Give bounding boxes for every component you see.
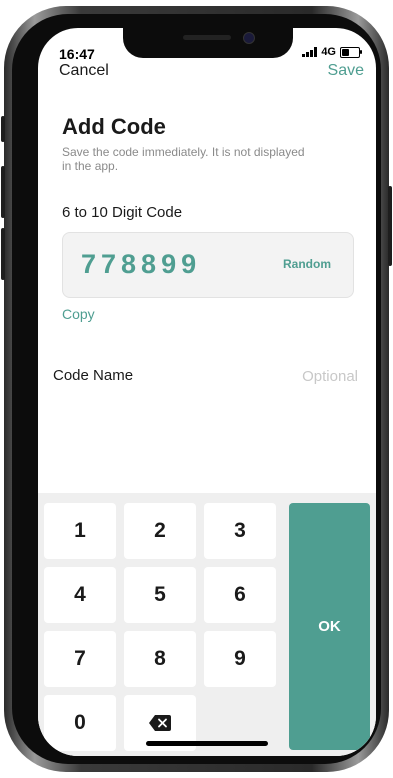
- key-7[interactable]: 7: [44, 631, 116, 687]
- code-field[interactable]: 778899 Random: [62, 232, 354, 298]
- backspace-icon: [149, 715, 171, 731]
- app-screen: 16:47 4G Cancel Save Add Code Save the c…: [38, 28, 376, 756]
- key-0[interactable]: 0: [44, 695, 116, 751]
- battery-icon: [340, 46, 362, 58]
- network-type: 4G: [321, 46, 336, 58]
- status-time: 16:47: [59, 46, 95, 62]
- volume-down-button: [1, 228, 5, 280]
- home-indicator[interactable]: [146, 741, 268, 746]
- status-indicators: 4G: [302, 46, 362, 58]
- random-button[interactable]: Random: [283, 257, 331, 271]
- key-4[interactable]: 4: [44, 567, 116, 623]
- numeric-keypad: 1 2 3 4 5 6 7 8 9 0 OK: [38, 493, 376, 756]
- mute-switch: [1, 116, 5, 142]
- code-name-label: Code Name: [53, 367, 134, 384]
- save-button[interactable]: Save: [328, 62, 364, 80]
- key-8[interactable]: 8: [124, 631, 196, 687]
- cancel-button[interactable]: Cancel: [59, 62, 109, 80]
- copy-button[interactable]: Copy: [62, 306, 95, 322]
- code-value: 778899: [81, 249, 202, 279]
- page-title: Add Code: [62, 114, 166, 139]
- key-5[interactable]: 5: [124, 567, 196, 623]
- code-name-input[interactable]: [206, 364, 360, 388]
- key-2[interactable]: 2: [124, 503, 196, 559]
- notch: [123, 28, 293, 58]
- code-label: 6 to 10 Digit Code: [62, 204, 183, 221]
- key-9[interactable]: 9: [204, 631, 276, 687]
- key-1[interactable]: 1: [44, 503, 116, 559]
- key-3[interactable]: 3: [204, 503, 276, 559]
- front-camera: [243, 32, 255, 44]
- power-button: [388, 186, 392, 266]
- volume-up-button: [1, 166, 5, 218]
- page-subtitle: Save the code immediately. It is not dis…: [62, 145, 305, 173]
- signal-icon: [302, 47, 318, 57]
- ok-button[interactable]: OK: [289, 503, 370, 750]
- earpiece-speaker: [183, 35, 231, 40]
- key-6[interactable]: 6: [204, 567, 276, 623]
